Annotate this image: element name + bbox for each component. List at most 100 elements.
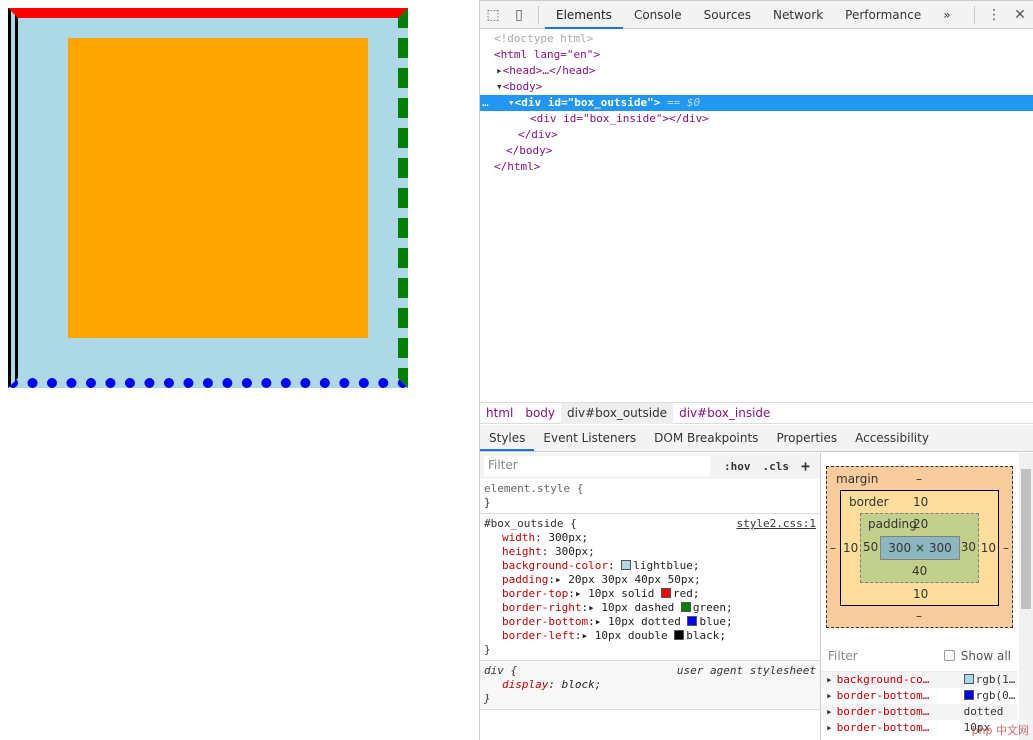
dom-body-tag: <body>	[502, 80, 543, 93]
element-style-selector[interactable]: element.style {	[484, 482, 816, 496]
padding-bottom-value[interactable]: 40	[912, 564, 927, 578]
styles-filter-bar: Filter :hov .cls +	[480, 453, 820, 479]
rule-source-link[interactable]: style2.css:1	[737, 517, 816, 531]
border-bottom-value[interactable]: 10	[913, 587, 928, 601]
expand-arrow-icon[interactable]: ▸	[575, 587, 582, 600]
content-size[interactable]: 300 × 300	[880, 536, 960, 560]
breadcrumb-box-inside[interactable]: div#box_inside	[673, 403, 776, 424]
prop-border-bottom[interactable]: border-bottom:▸ 10px dotted blue;	[484, 615, 816, 629]
prop-color-value[interactable]: red;	[673, 587, 700, 600]
dom-doctype[interactable]: <!doctype html>	[480, 31, 1033, 47]
prop-value[interactable]: 300px;	[555, 545, 595, 558]
collapse-arrow-icon[interactable]: ▾	[496, 80, 503, 93]
tab-dom-breakpoints[interactable]: DOM Breakpoints	[645, 425, 767, 451]
expand-arrow-icon[interactable]: ▸	[496, 64, 503, 77]
scrollbar-thumb[interactable]	[1021, 469, 1031, 609]
margin-top-value[interactable]: –	[916, 472, 922, 486]
border-left-value[interactable]: 10	[843, 541, 858, 555]
padding-top-value[interactable]: 20	[913, 517, 928, 531]
prop-value[interactable]: 300px;	[548, 531, 588, 544]
hov-button[interactable]: :hov	[724, 460, 751, 473]
prop-value[interactable]: 10px solid	[588, 587, 654, 600]
tab-sources[interactable]: Sources	[693, 1, 762, 29]
breadcrumb-html[interactable]: html	[480, 403, 519, 424]
menu-icon[interactable]: ⋮	[981, 7, 1007, 23]
element-style-rule: element.style { }	[480, 479, 820, 514]
prop-value[interactable]: 10px dotted	[608, 615, 681, 628]
tab-properties[interactable]: Properties	[767, 425, 846, 451]
user-agent-rule: div {user agent stylesheet display: bloc…	[480, 661, 820, 710]
prop-height[interactable]: height: 300px;	[484, 545, 816, 559]
prop-value[interactable]: 10px dashed	[601, 601, 674, 614]
color-swatch[interactable]	[674, 630, 685, 640]
collapse-arrow-icon[interactable]: ▾	[508, 96, 515, 109]
tab-event-listeners[interactable]: Event Listeners	[534, 425, 645, 451]
dom-body-close[interactable]: </body>	[480, 143, 1033, 159]
margin-left-value[interactable]: –	[830, 541, 836, 555]
expand-arrow-icon[interactable]: ▸	[595, 615, 602, 628]
tab-performance[interactable]: Performance	[834, 1, 932, 29]
sidebar-scrollbar[interactable]	[1019, 453, 1033, 740]
styles-filter-input[interactable]: Filter	[484, 456, 710, 476]
expand-arrow-icon[interactable]: ▸	[581, 629, 588, 642]
breadcrumb-body[interactable]: body	[519, 403, 561, 424]
computed-row[interactable]: ▸ border-bottom… dotted	[821, 704, 1018, 720]
divider	[538, 5, 539, 24]
tab-network[interactable]: Network	[762, 1, 834, 29]
dom-box-inside[interactable]: <div id="box_inside"></div>	[480, 111, 1033, 127]
expand-arrow-icon[interactable]: ▸	[555, 573, 562, 586]
dom-html-close[interactable]: </html>	[480, 159, 1033, 175]
prop-color-value[interactable]: green;	[693, 601, 733, 614]
devtools-toolbar: ⬚ ▯ Elements Console Sources Network Per…	[480, 0, 1033, 29]
box-outside-rule: #box_outside { style2.css:1 width: 300px;…	[480, 514, 820, 661]
tab-console[interactable]: Console	[623, 1, 693, 29]
computed-filter-bar: Filter Show all	[821, 640, 1018, 672]
color-swatch[interactable]	[687, 616, 698, 626]
computed-row[interactable]: ▸ border-bottom… rgb(0…	[821, 688, 1018, 704]
close-icon[interactable]: ✕	[1007, 7, 1033, 23]
dom-div-close[interactable]: </div>	[480, 127, 1033, 143]
margin-bottom-value[interactable]: –	[916, 609, 922, 623]
ellipsis-icon[interactable]: …	[482, 95, 489, 111]
border-top-value[interactable]: 10	[913, 495, 928, 509]
prop-color-value[interactable]: black;	[686, 629, 726, 642]
dom-box-outside[interactable]: … ▾<div id="box_outside"> == $0	[480, 95, 1033, 111]
cls-button[interactable]: .cls	[762, 460, 789, 473]
computed-row[interactable]: ▸ background-co… rgb(1…	[821, 672, 1018, 688]
prop-name: border-top	[502, 587, 569, 600]
breadcrumb-box-outside[interactable]: div#box_outside	[561, 402, 674, 424]
prop-border-left[interactable]: border-left:▸ 10px double black;	[484, 629, 816, 643]
inspect-element-icon[interactable]: ⬚	[480, 7, 506, 23]
dom-body[interactable]: ▾<body>	[480, 79, 1033, 95]
color-swatch[interactable]	[680, 602, 691, 612]
color-swatch[interactable]	[621, 560, 632, 570]
show-all-checkbox[interactable]	[943, 650, 955, 661]
rule-selector[interactable]: #box_outside {	[484, 517, 577, 530]
margin-right-value[interactable]: –	[1003, 541, 1009, 555]
ua-prop-value: block;	[561, 678, 602, 691]
prop-value[interactable]: 20px 30px 40px 50px;	[568, 573, 700, 586]
border-right-value[interactable]: 10	[981, 541, 996, 555]
prop-background-color[interactable]: background-color: lightblue;	[484, 559, 816, 573]
padding-right-value[interactable]: 30	[961, 540, 976, 554]
dom-html[interactable]: <html lang="en">	[480, 47, 1033, 63]
prop-padding[interactable]: padding:▸ 20px 30px 40px 50px;	[484, 573, 816, 587]
more-tabs-button[interactable]: »	[932, 1, 961, 29]
prop-border-right[interactable]: border-right:▸ 10px dashed green;	[484, 601, 816, 615]
add-rule-button[interactable]: +	[801, 457, 810, 475]
prop-value[interactable]: lightblue;	[633, 559, 699, 572]
prop-border-top[interactable]: border-top:▸ 10px solid red;	[484, 587, 816, 601]
tab-elements[interactable]: Elements	[545, 1, 623, 29]
prop-width[interactable]: width: 300px;	[484, 531, 816, 545]
tab-styles[interactable]: Styles	[480, 425, 535, 451]
padding-left-value[interactable]: 50	[863, 540, 878, 554]
device-toolbar-icon[interactable]: ▯	[506, 7, 532, 23]
color-swatch[interactable]	[660, 588, 671, 598]
computed-filter-input[interactable]: Filter	[828, 649, 858, 663]
tab-accessibility[interactable]: Accessibility	[846, 425, 938, 451]
dom-head[interactable]: ▸<head>…</head>	[480, 63, 1033, 79]
prop-color-value[interactable]: blue;	[699, 615, 732, 628]
expand-arrow-icon[interactable]: ▸	[588, 601, 595, 614]
computed-prop-name: border-bottom…	[836, 721, 930, 734]
prop-value[interactable]: 10px double	[595, 629, 668, 642]
